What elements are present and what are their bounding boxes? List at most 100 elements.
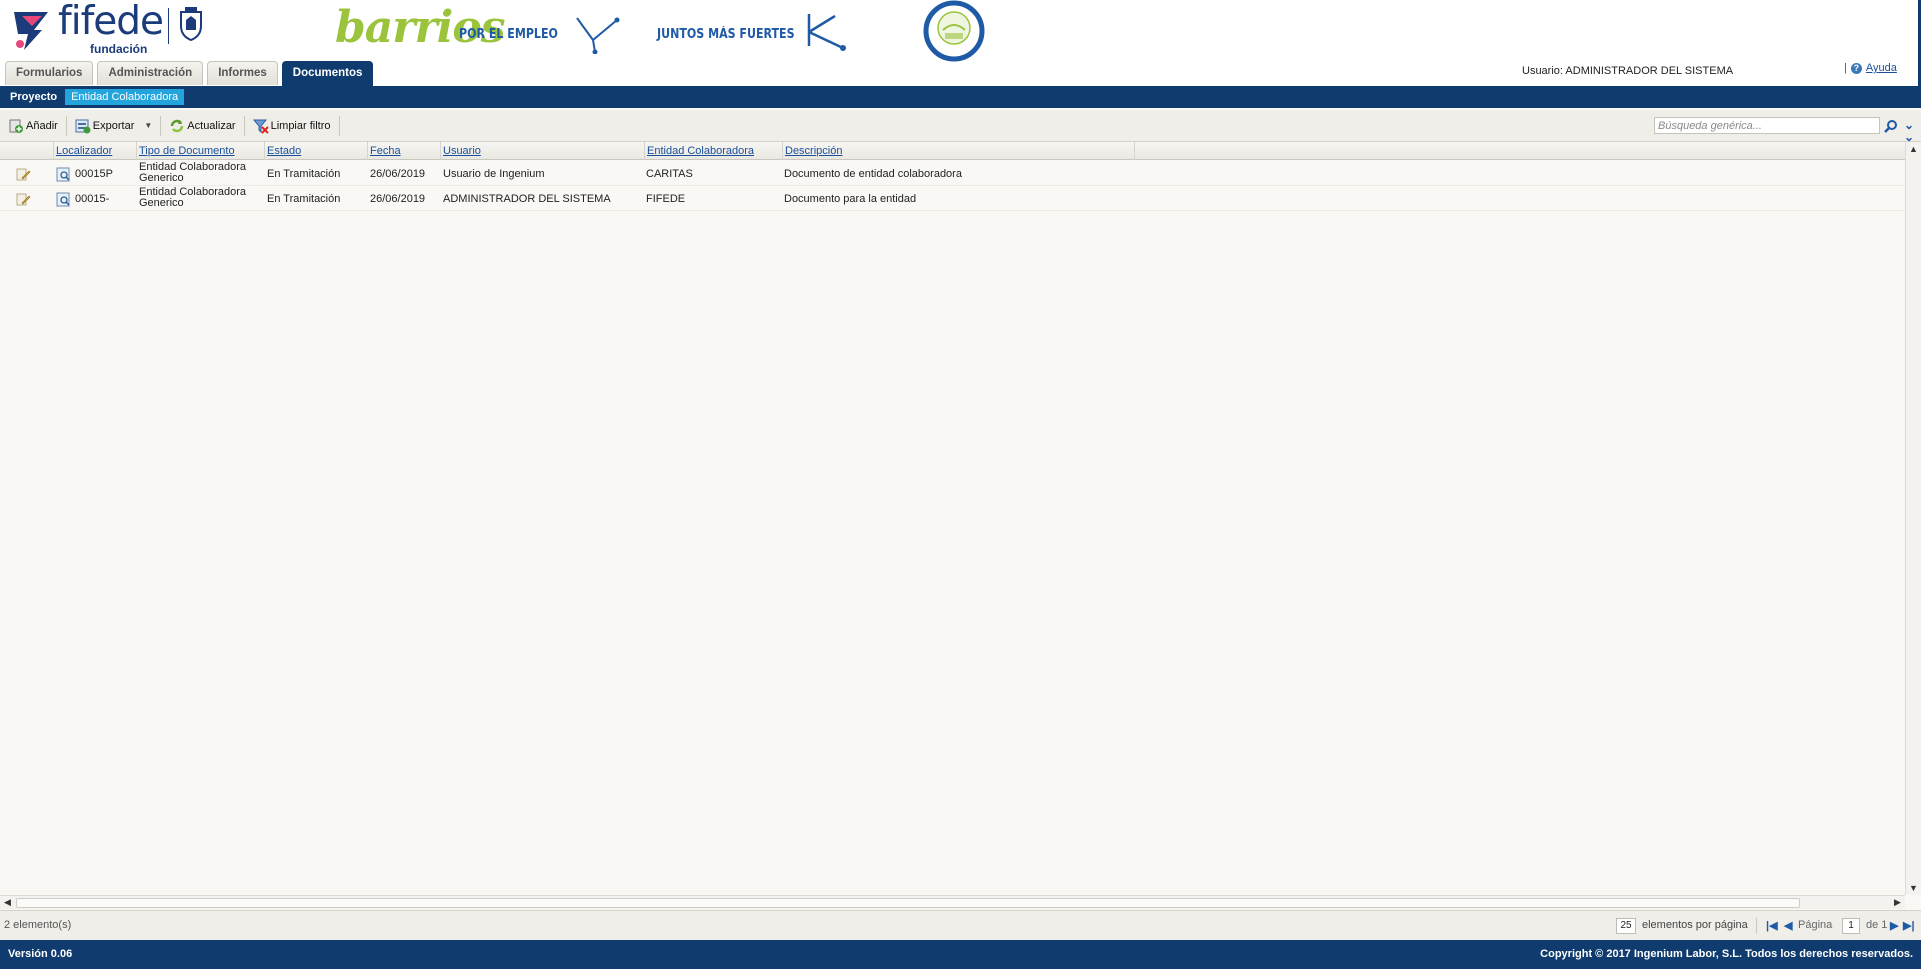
- banner-text-empleo: POR EL EMPLEO: [459, 27, 558, 42]
- cell-fecha: 26/06/2019: [370, 192, 426, 205]
- fifede-mark-icon: [14, 12, 48, 50]
- cell-localizador: 00015-: [75, 192, 110, 205]
- cell-tipo-line2: Generico: [139, 172, 184, 184]
- grid-toolbar: Añadir Exportar ▼ Actualizar Limpiar fil…: [0, 110, 1921, 143]
- horizontal-scrollbar[interactable]: ◀ ▶: [0, 895, 1905, 909]
- cell-estado: En Tramitación: [267, 167, 341, 180]
- edit-icon[interactable]: [15, 166, 31, 182]
- column-header-estado[interactable]: Estado: [264, 142, 367, 160]
- grid-header-row: Localizador Tipo de Documento Estado Fec…: [0, 142, 1905, 160]
- k-graphic-icon: [807, 14, 846, 51]
- toolbar-separator: [338, 115, 340, 136]
- barrios-seal-icon: [923, 0, 985, 62]
- tab-informes[interactable]: Informes: [207, 61, 278, 85]
- refresh-button[interactable]: Actualizar: [165, 113, 239, 139]
- cell-estado: En Tramitación: [267, 192, 341, 205]
- clear-filter-label: Limpiar filtro: [270, 119, 331, 132]
- add-button[interactable]: Añadir: [4, 113, 62, 139]
- copyright-label: Copyright © 2017 Ingenium Labor, S.L. To…: [1540, 948, 1913, 960]
- next-page-icon[interactable]: ▶: [1890, 919, 1898, 932]
- cell-fecha: 26/06/2019: [370, 167, 426, 180]
- documents-grid: Localizador Tipo de Documento Estado Fec…: [0, 142, 1905, 895]
- help-icon[interactable]: ?: [1850, 62, 1862, 74]
- column-header-tipo-documento[interactable]: Tipo de Documento: [136, 142, 264, 160]
- main-tabs: Formularios Administración Informes Docu…: [5, 61, 377, 86]
- cabildo-crest-icon: [180, 7, 202, 42]
- sub-navigation: Proyecto Entidad Colaboradora: [0, 86, 1921, 108]
- add-button-label: Añadir: [26, 119, 58, 132]
- cell-tipo-line2: Generico: [139, 197, 184, 209]
- tab-formularios[interactable]: Formularios: [5, 61, 94, 85]
- refresh-icon: [171, 119, 184, 132]
- tab-documentos[interactable]: Documentos: [281, 61, 374, 86]
- help-link-group: | ? Ayuda: [1844, 62, 1897, 74]
- column-header-fecha[interactable]: Fecha: [367, 142, 440, 160]
- grid-pager: 2 elemento(s) 25 elementos por página |◀…: [0, 910, 1921, 940]
- expand-search-icon[interactable]: ⌄ ⌄: [1904, 119, 1916, 143]
- scroll-left-icon[interactable]: ◀: [4, 897, 11, 908]
- help-link[interactable]: Ayuda: [1866, 62, 1897, 74]
- search-icon[interactable]: [1884, 119, 1898, 133]
- subnav-entidad-colaboradora[interactable]: Entidad Colaboradora: [65, 89, 185, 105]
- export-icon: [75, 119, 91, 133]
- search-input[interactable]: [1654, 117, 1880, 134]
- cell-descripcion: Documento de entidad colaboradora: [784, 167, 962, 180]
- add-document-icon: [9, 119, 23, 133]
- item-count: 2 elemento(s): [4, 919, 72, 931]
- clear-filter-icon: [252, 119, 269, 134]
- current-user-label: Usuario: ADMINISTRADOR DEL SISTEMA: [1522, 65, 1734, 77]
- toolbar-separator: [65, 115, 67, 136]
- cell-tipo-documento: Entidad Colaboradora Generico: [137, 186, 263, 211]
- last-page-icon[interactable]: ▶|: [1903, 919, 1915, 932]
- column-header-localizador[interactable]: Localizador: [53, 142, 137, 160]
- toolbar-separator: [160, 115, 162, 136]
- page-label: Página: [1798, 919, 1833, 931]
- toolbar-separator: [243, 115, 245, 136]
- page-number-input[interactable]: 1: [1842, 918, 1860, 934]
- app-footer: Versión 0.06 Copyright © 2017 Ingenium L…: [0, 940, 1921, 969]
- column-header-descripcion[interactable]: Descripción: [782, 142, 1134, 160]
- app-header: fifede fundación barrios POR EL EMPLEO J…: [0, 0, 1921, 86]
- version-label: Versión 0.06: [8, 948, 73, 960]
- clear-filter-button[interactable]: Limpiar filtro: [249, 113, 335, 139]
- horizontal-scroll-thumb[interactable]: [16, 898, 1800, 908]
- per-page-input[interactable]: 25: [1616, 918, 1636, 934]
- table-row[interactable]: 00015- Entidad Colaboradora Generico En …: [0, 186, 1905, 211]
- view-document-icon[interactable]: [56, 167, 71, 182]
- chevron-down-icon[interactable]: ▼: [144, 121, 152, 130]
- column-header-usuario[interactable]: Usuario: [440, 142, 644, 160]
- network-graphic-icon: [576, 17, 620, 54]
- cell-entidad: CARITAS: [646, 167, 693, 180]
- fifede-logo: fifede fundación: [8, 0, 208, 56]
- column-header-end: [1134, 142, 1137, 160]
- logo-separator: [168, 8, 169, 44]
- export-button-label: Exportar: [92, 119, 135, 132]
- subnav-proyecto[interactable]: Proyecto: [4, 89, 63, 105]
- table-row[interactable]: 00015P Entidad Colaboradora Generico En …: [0, 161, 1905, 186]
- column-header-entidad[interactable]: Entidad Colaboradora: [644, 142, 782, 160]
- cell-usuario: Usuario de Ingenium: [443, 167, 545, 180]
- vertical-scrollbar[interactable]: ▲ ▼: [1905, 142, 1921, 895]
- cell-usuario: ADMINISTRADOR DEL SISTEMA: [443, 192, 611, 205]
- refresh-button-label: Actualizar: [187, 119, 236, 132]
- per-page-label: elementos por página: [1642, 919, 1748, 931]
- first-page-icon[interactable]: |◀: [1766, 919, 1778, 932]
- tab-administracion[interactable]: Administración: [97, 61, 204, 85]
- scroll-down-icon[interactable]: ▼: [1909, 883, 1918, 893]
- view-document-icon[interactable]: [56, 192, 71, 207]
- logo-subtitle: fundación: [90, 42, 148, 56]
- edit-icon[interactable]: [15, 191, 31, 207]
- cell-descripcion: Documento para la entidad: [784, 192, 917, 205]
- pager-separator: [1756, 918, 1757, 934]
- export-button[interactable]: Exportar ▼: [71, 113, 157, 139]
- scroll-right-icon[interactable]: ▶: [1894, 897, 1901, 908]
- previous-page-icon[interactable]: ◀: [1784, 919, 1792, 932]
- banner-text-juntos: JUNTOS MÁS FUERTES: [657, 27, 795, 42]
- cell-tipo-documento: Entidad Colaboradora Generico: [137, 161, 263, 186]
- scroll-up-icon[interactable]: ▲: [1909, 144, 1918, 154]
- cell-localizador: 00015P: [75, 167, 113, 180]
- logo-word: fifede: [58, 0, 164, 44]
- help-separator: |: [1844, 62, 1847, 74]
- barrios-banner: barrios POR EL EMPLEO JUNTOS MÁS FUERTES: [335, 0, 995, 62]
- cell-entidad: FIFEDE: [646, 192, 686, 205]
